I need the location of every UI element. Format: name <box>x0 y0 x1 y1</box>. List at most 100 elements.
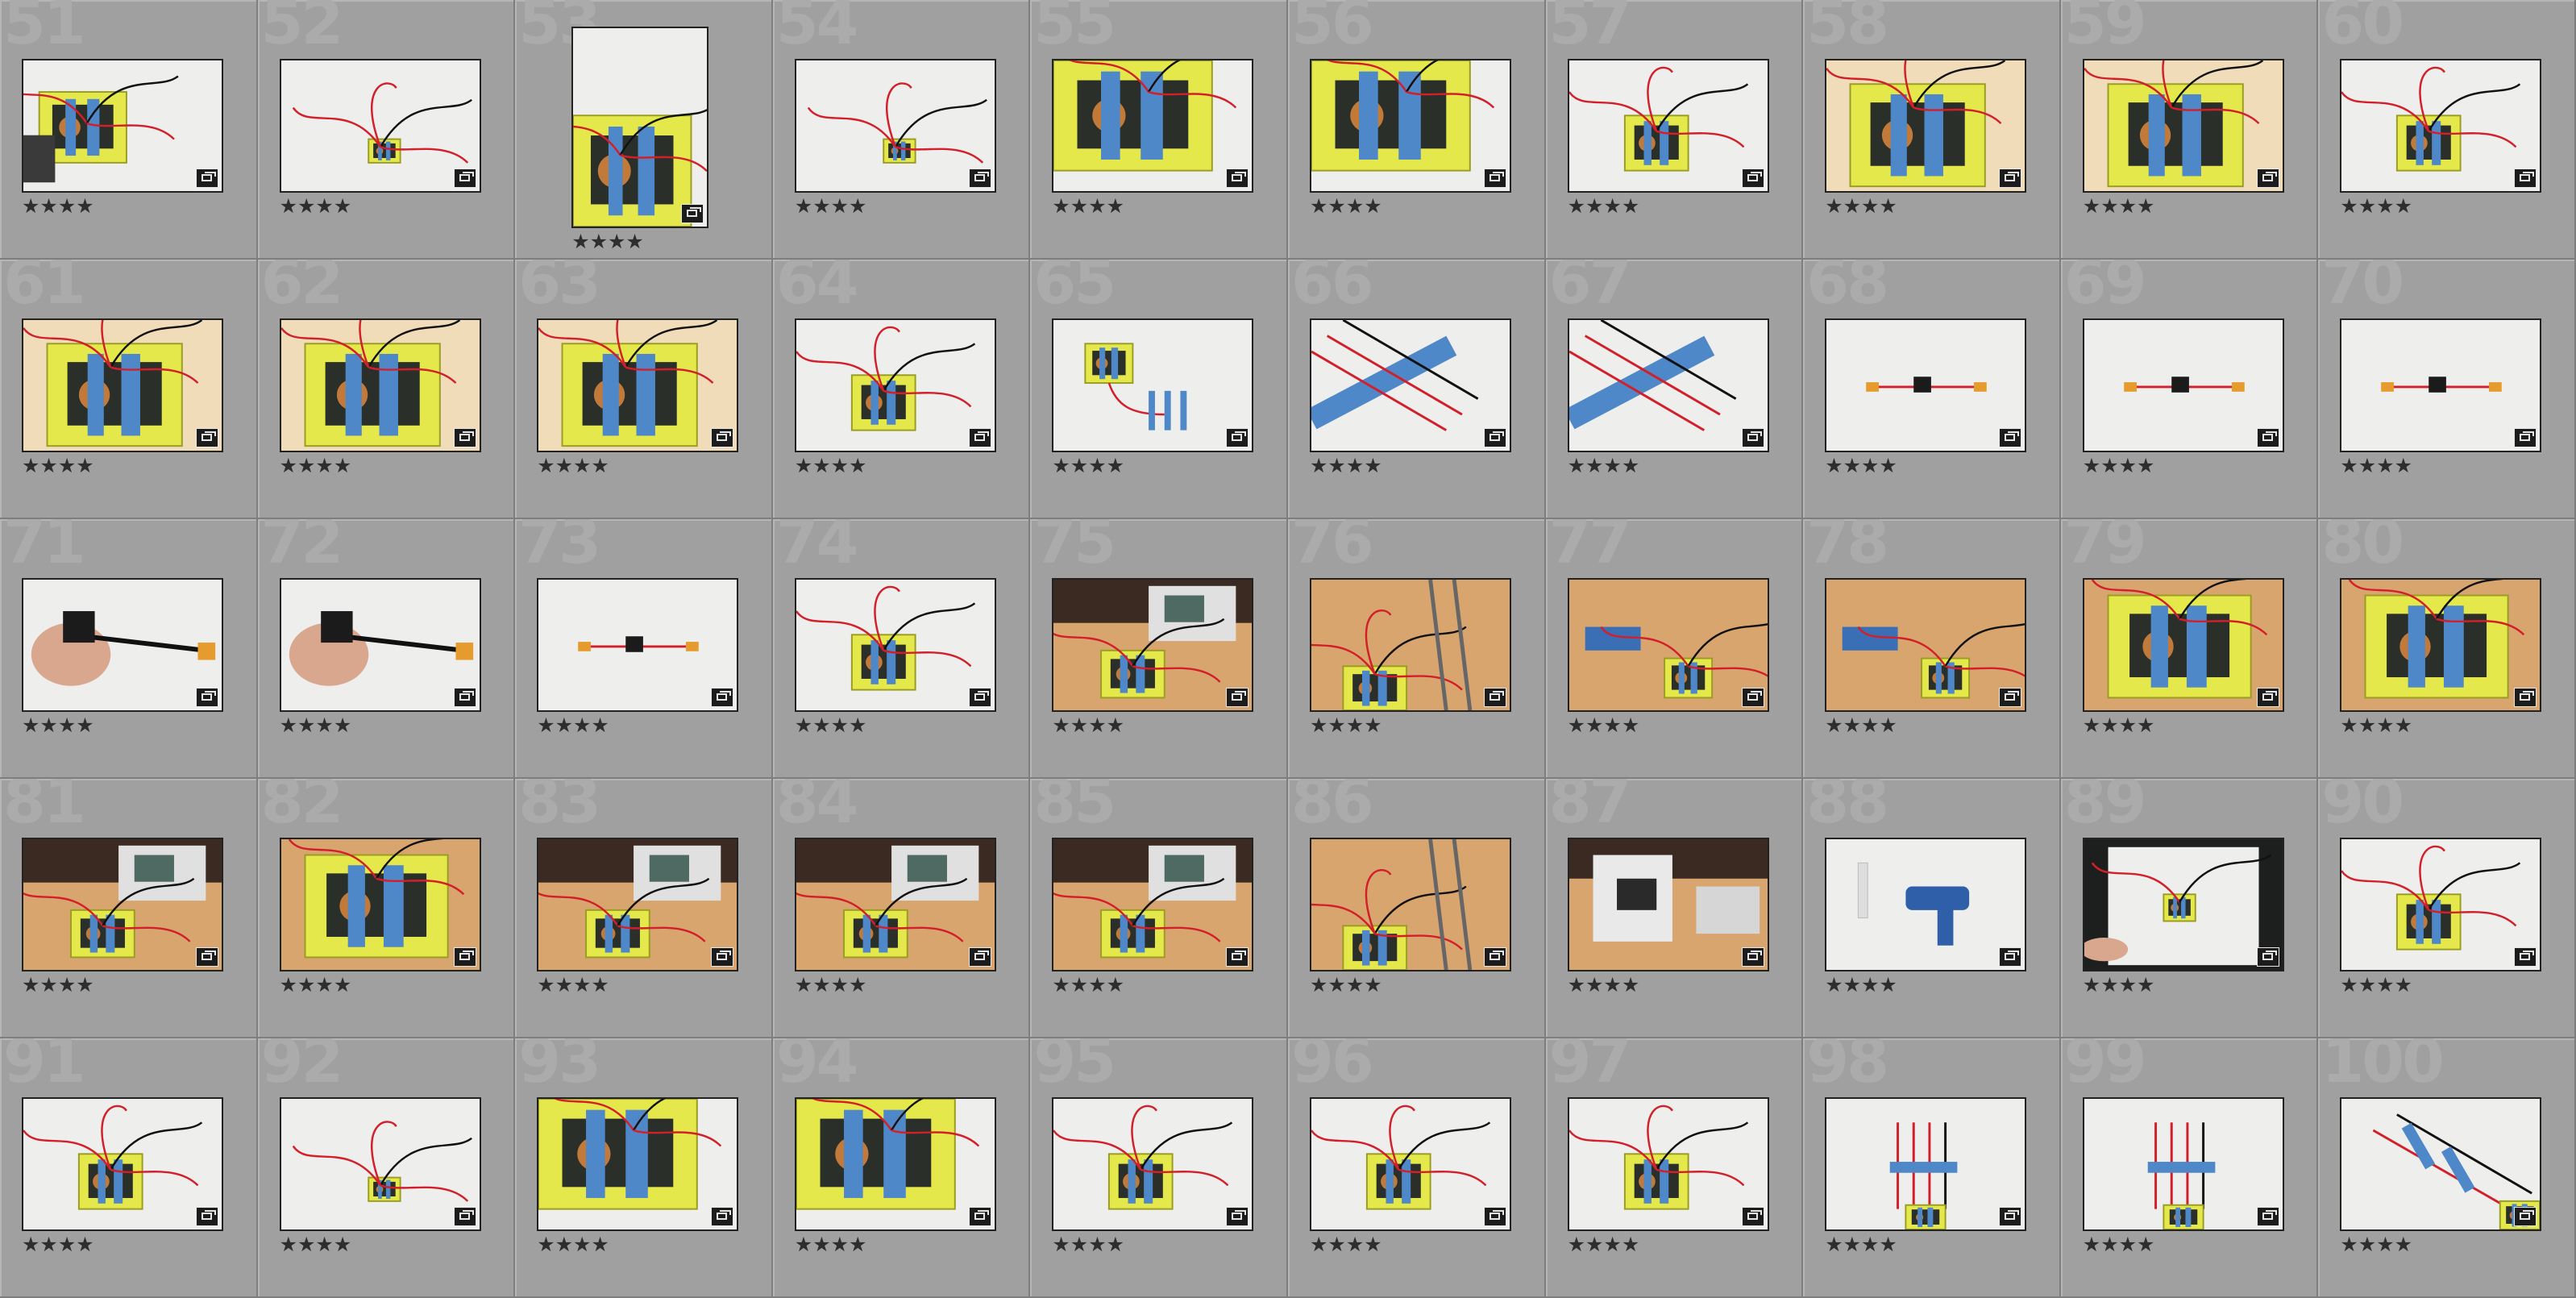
photo-thumbnail[interactable] <box>1567 59 1769 193</box>
star-rating[interactable]: ★★★★ <box>1052 975 1124 995</box>
stack-badge-icon[interactable] <box>2514 947 2537 967</box>
grid-cell[interactable]: 60 ★★★★ <box>2318 0 2576 260</box>
star-rating[interactable]: ★★★★ <box>1825 196 1897 216</box>
grid-cell[interactable]: 79 ★★★★ <box>2060 519 2319 779</box>
photo-thumbnail[interactable] <box>1052 838 1254 971</box>
star-rating[interactable]: ★★★★ <box>1825 1234 1897 1254</box>
grid-cell[interactable]: 71 ★★★★ <box>0 519 258 779</box>
photo-thumbnail[interactable] <box>794 838 996 971</box>
stack-badge-icon[interactable] <box>968 428 991 447</box>
grid-cell[interactable]: 85 ★★★★ <box>1030 779 1288 1038</box>
grid-cell[interactable]: 90 ★★★★ <box>2318 779 2576 1038</box>
stack-badge-icon[interactable] <box>711 947 734 967</box>
star-rating[interactable]: ★★★★ <box>1568 1234 1640 1254</box>
grid-cell[interactable]: 75 ★★★★ <box>1030 519 1288 779</box>
grid-cell[interactable]: 72 ★★★★ <box>257 519 516 779</box>
stack-badge-icon[interactable] <box>1999 1207 2022 1226</box>
photo-thumbnail[interactable] <box>1310 838 1511 971</box>
stack-badge-icon[interactable] <box>1226 688 1249 707</box>
photo-thumbnail[interactable] <box>2340 1097 2542 1231</box>
star-rating[interactable]: ★★★★ <box>22 975 94 995</box>
grid-cell[interactable]: 53 ★★★★ <box>515 0 773 260</box>
photo-thumbnail[interactable] <box>2082 1097 2284 1231</box>
stack-badge-icon[interactable] <box>1226 947 1249 967</box>
grid-cell[interactable]: 58 ★★★★ <box>1803 0 2061 260</box>
photo-thumbnail[interactable] <box>1825 838 2027 971</box>
photo-thumbnail[interactable] <box>1052 1097 1254 1231</box>
grid-cell[interactable]: 97 ★★★★ <box>1545 1038 1804 1298</box>
grid-cell[interactable]: 88 ★★★★ <box>1803 779 2061 1038</box>
photo-thumbnail[interactable] <box>279 578 481 712</box>
grid-cell[interactable]: 70 ★★★★ <box>2318 260 2576 519</box>
photo-thumbnail[interactable] <box>279 59 481 193</box>
photo-thumbnail[interactable] <box>2340 838 2542 971</box>
grid-cell[interactable]: 51 ★★★★ <box>0 0 258 260</box>
grid-cell[interactable]: 63 ★★★★ <box>515 260 773 519</box>
grid-cell[interactable]: 54 ★★★★ <box>772 0 1031 260</box>
photo-thumbnail[interactable] <box>1567 318 1769 452</box>
grid-cell[interactable]: 64 ★★★★ <box>772 260 1031 519</box>
grid-cell[interactable]: 77 ★★★★ <box>1545 519 1804 779</box>
stack-badge-icon[interactable] <box>453 168 476 188</box>
star-rating[interactable]: ★★★★ <box>795 715 867 735</box>
photo-thumbnail[interactable] <box>1310 578 1511 712</box>
stack-badge-icon[interactable] <box>681 204 704 223</box>
stack-badge-icon[interactable] <box>1226 168 1249 188</box>
stack-badge-icon[interactable] <box>2256 428 2279 447</box>
stack-badge-icon[interactable] <box>1484 168 1506 188</box>
stack-badge-icon[interactable] <box>968 947 991 967</box>
stack-badge-icon[interactable] <box>1484 1207 1506 1226</box>
stack-badge-icon[interactable] <box>453 1207 476 1226</box>
grid-cell[interactable]: 52 ★★★★ <box>257 0 516 260</box>
star-rating[interactable]: ★★★★ <box>280 1234 352 1254</box>
stack-badge-icon[interactable] <box>2514 1207 2537 1226</box>
star-rating[interactable]: ★★★★ <box>2340 196 2412 216</box>
stack-badge-icon[interactable] <box>196 428 218 447</box>
stack-badge-icon[interactable] <box>196 947 218 967</box>
photo-thumbnail[interactable] <box>1825 59 2027 193</box>
star-rating[interactable]: ★★★★ <box>2083 196 2155 216</box>
photo-thumbnail[interactable] <box>1310 59 1511 193</box>
star-rating[interactable]: ★★★★ <box>1310 456 1382 476</box>
photo-thumbnail[interactable] <box>1825 318 2027 452</box>
grid-cell[interactable]: 86 ★★★★ <box>1288 779 1546 1038</box>
photo-thumbnail[interactable] <box>2082 838 2284 971</box>
grid-cell[interactable]: 67 ★★★★ <box>1545 260 1804 519</box>
grid-cell[interactable]: 73 ★★★★ <box>515 519 773 779</box>
grid-cell[interactable]: 62 ★★★★ <box>257 260 516 519</box>
stack-badge-icon[interactable] <box>968 688 991 707</box>
photo-thumbnail[interactable] <box>1567 838 1769 971</box>
stack-badge-icon[interactable] <box>453 428 476 447</box>
star-rating[interactable]: ★★★★ <box>1568 975 1640 995</box>
stack-badge-icon[interactable] <box>711 688 734 707</box>
photo-thumbnail[interactable] <box>571 27 709 228</box>
star-rating[interactable]: ★★★★ <box>537 1234 609 1254</box>
grid-cell[interactable]: 87 ★★★★ <box>1545 779 1804 1038</box>
grid-cell[interactable]: 76 ★★★★ <box>1288 519 1546 779</box>
grid-cell[interactable]: 82 ★★★★ <box>257 779 516 1038</box>
photo-thumbnail[interactable] <box>279 838 481 971</box>
photo-thumbnail[interactable] <box>22 838 223 971</box>
stack-badge-icon[interactable] <box>1484 688 1506 707</box>
photo-thumbnail[interactable] <box>537 838 739 971</box>
stack-badge-icon[interactable] <box>1741 688 1764 707</box>
stack-badge-icon[interactable] <box>2514 168 2537 188</box>
stack-badge-icon[interactable] <box>1741 1207 1764 1226</box>
photo-thumbnail[interactable] <box>537 1097 739 1231</box>
photo-thumbnail[interactable] <box>1052 59 1254 193</box>
stack-badge-icon[interactable] <box>453 688 476 707</box>
star-rating[interactable]: ★★★★ <box>571 231 644 252</box>
stack-badge-icon[interactable] <box>1741 168 1764 188</box>
grid-cell[interactable]: 74 ★★★★ <box>772 519 1031 779</box>
grid-cell[interactable]: 94 ★★★★ <box>772 1038 1031 1298</box>
stack-badge-icon[interactable] <box>1226 428 1249 447</box>
grid-cell[interactable]: 55 ★★★★ <box>1030 0 1288 260</box>
grid-cell[interactable]: 100 ★★★★ <box>2318 1038 2576 1298</box>
star-rating[interactable]: ★★★★ <box>2083 975 2155 995</box>
stack-badge-icon[interactable] <box>2514 428 2537 447</box>
photo-thumbnail[interactable] <box>22 578 223 712</box>
stack-badge-icon[interactable] <box>2256 168 2279 188</box>
star-rating[interactable]: ★★★★ <box>1825 456 1897 476</box>
star-rating[interactable]: ★★★★ <box>795 975 867 995</box>
grid-cell[interactable]: 81 ★★★★ <box>0 779 258 1038</box>
